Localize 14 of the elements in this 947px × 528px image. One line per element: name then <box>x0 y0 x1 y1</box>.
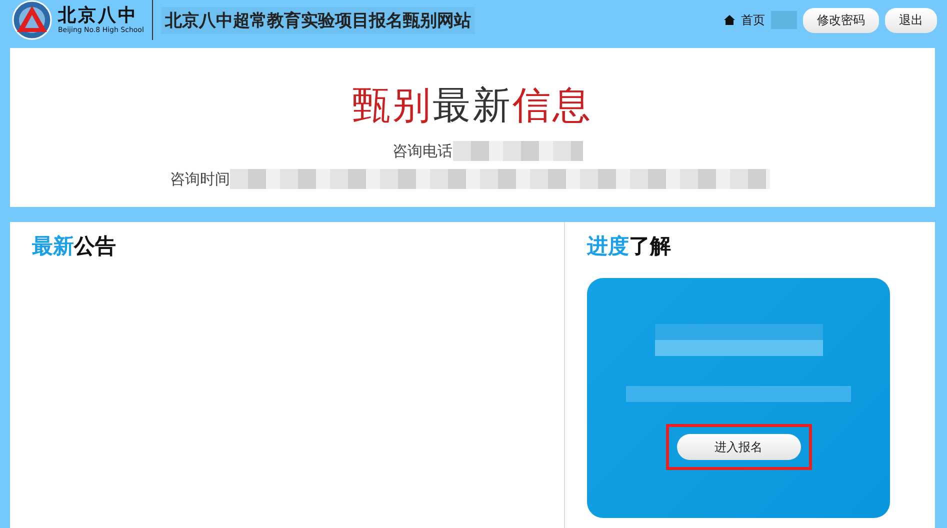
banner-title: 甄别最新信息 <box>352 82 592 129</box>
school-name: 北京八中 <box>58 6 139 26</box>
redacted-username <box>771 11 797 29</box>
site-title: 北京八中超常教育实验项目报名甄别网站 <box>160 6 475 34</box>
header-button[interactable]: 退出 <box>885 8 937 32</box>
home-link[interactable]: 首页 <box>741 12 765 28</box>
home-icon <box>724 15 735 25</box>
info-label: 咨询电话 <box>392 142 452 160</box>
info-label: 咨询时间 <box>170 170 230 188</box>
header-button[interactable]: 修改密码 <box>803 8 879 32</box>
school-emblem-icon <box>10 0 54 40</box>
section-title: 进度了解 <box>587 233 672 260</box>
section-title: 最新公告 <box>32 233 117 260</box>
enter-registration-button[interactable]: 进入报名 <box>676 434 800 460</box>
